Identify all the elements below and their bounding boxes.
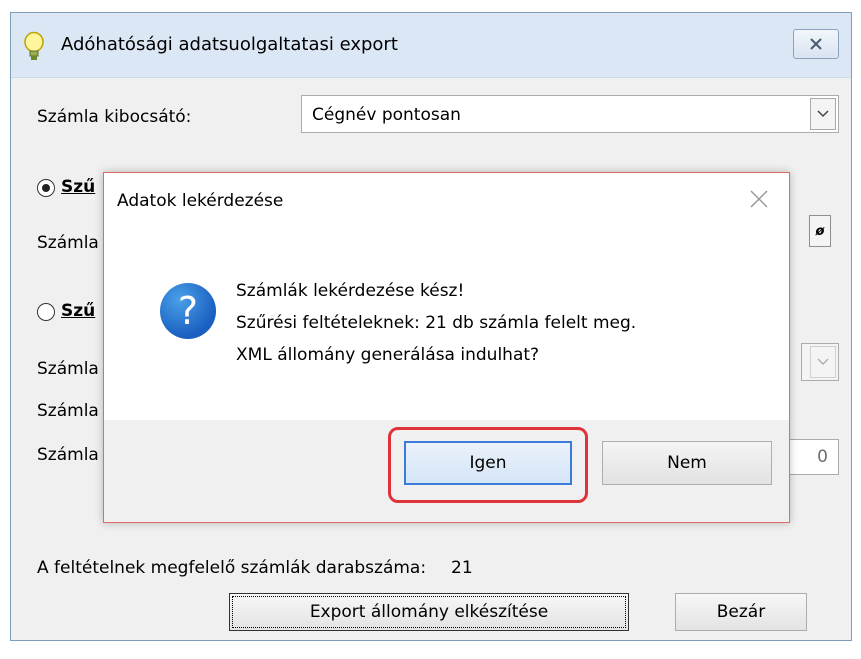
row1-label: Számla (37, 233, 99, 253)
window-close-button[interactable] (793, 29, 839, 59)
yes-button[interactable]: Igen (404, 441, 572, 485)
count-value: 21 (451, 558, 473, 578)
close-icon (810, 38, 822, 50)
window-title: Adóhatósági adatsuolgaltatasi export (61, 34, 398, 55)
dialog-title: Adatok lekérdezése (117, 191, 284, 211)
clear-button[interactable]: ø (809, 215, 831, 247)
dialog-message-line-2: Szűrési feltételeknek: 21 db számla fele… (236, 313, 637, 333)
row2-label: Számla (37, 359, 99, 379)
row2-select[interactable] (801, 343, 839, 381)
filter-radio-1[interactable] (37, 179, 55, 197)
issuer-select-value: Cégnév pontosan (312, 105, 461, 125)
close-button[interactable]: Bezár (675, 593, 807, 631)
row2-dropdown-button[interactable] (810, 346, 836, 378)
question-icon: ? (160, 283, 216, 339)
chevron-down-icon (817, 110, 829, 118)
query-dialog: Adatok lekérdezése ? Számlák lekérdezése… (103, 172, 790, 523)
export-button[interactable]: Export állomány elkészítése (229, 593, 629, 631)
dialog-message-line-1: Számlák lekérdezése kész! (236, 281, 465, 301)
issuer-dropdown-button[interactable] (810, 98, 836, 130)
row3-label: Számla (37, 401, 99, 421)
chevron-down-icon (817, 358, 829, 366)
close-icon[interactable] (747, 187, 771, 211)
filter-radio-1-label[interactable]: Szű (61, 177, 95, 197)
no-button[interactable]: Nem (602, 441, 772, 485)
lightbulb-icon (24, 31, 44, 60)
count-label: A feltételnek megfelelő számlák darabszá… (37, 558, 427, 578)
filter-radio-2-label[interactable]: Szű (61, 301, 95, 321)
window-titlebar: Adóhatósági adatsuolgaltatasi export (11, 13, 851, 78)
dialog-message-line-3: XML állomány generálása indulhat? (236, 345, 540, 365)
issuer-label: Számla kibocsátó: (37, 107, 192, 127)
filter-radio-2[interactable] (37, 303, 55, 321)
issuer-select[interactable]: Cégnév pontosan (301, 95, 839, 133)
row4-label: Számla (37, 445, 99, 465)
